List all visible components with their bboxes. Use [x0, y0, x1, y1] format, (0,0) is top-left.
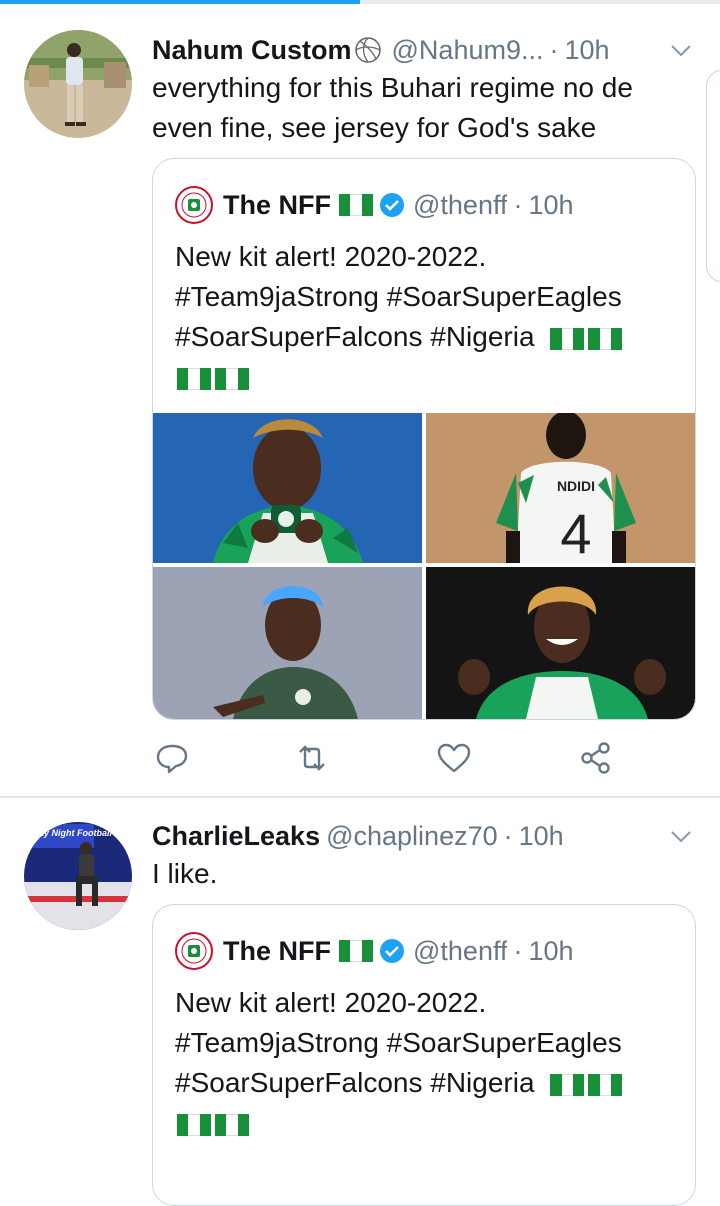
partial-card	[706, 70, 720, 282]
jersey-name: NDIDI	[557, 478, 595, 494]
quoted-tweet[interactable]: The NFF @thenff · 10h New kit alert! 202…	[152, 904, 696, 1206]
avatar-sign-text: nday Night Football	[28, 828, 112, 838]
quoted-tweet-time: 10h	[528, 935, 574, 966]
flag-line	[175, 357, 679, 397]
nigeria-flag-icon	[177, 367, 211, 390]
nigeria-flag-icon	[339, 194, 373, 216]
quoted-tweet-header: The NFF @thenff · 10h	[175, 185, 574, 225]
separator-dot: ·	[549, 34, 559, 65]
nigeria-flag-icon	[550, 1073, 585, 1096]
tweet-actions	[152, 738, 622, 782]
avatar[interactable]: nday Night Football	[24, 822, 132, 930]
quoted-tweet[interactable]: The NFF @thenff · 10h New kit alert! 202…	[152, 158, 696, 720]
nigeria-flag-icon	[215, 1113, 249, 1136]
author-handle[interactable]: @Nahum9...	[392, 35, 544, 66]
quoted-text-line: #Team9jaStrong #SoarSuperEagles	[175, 281, 622, 312]
volleyball-icon	[354, 37, 381, 63]
nff-logo-icon	[175, 932, 213, 970]
tweet-text: everything for this Buhari regime no de …	[152, 72, 633, 143]
quoted-text-line: #Team9jaStrong #SoarSuperEagles	[175, 1027, 622, 1058]
quoted-text-line: New kit alert! 2020-2022.	[175, 241, 487, 272]
quoted-author-name[interactable]: The NFF	[223, 936, 331, 967]
tweet[interactable]: Nahum Custom @Nahum9... · 10h everything…	[0, 4, 720, 796]
media-grid: NDIDI 4	[153, 413, 695, 719]
tweet-time[interactable]: 10h	[519, 821, 564, 852]
nff-logo-icon	[175, 186, 213, 224]
tweet[interactable]: nday Night Football CharlieLeaks @chapli…	[0, 798, 720, 1206]
retweet-icon[interactable]	[292, 738, 332, 778]
author-handle[interactable]: @chaplinez70	[326, 821, 498, 852]
player-kissing-badge-photo[interactable]	[153, 413, 422, 563]
like-icon[interactable]	[434, 738, 474, 778]
quoted-author-handle[interactable]: @thenff	[413, 190, 507, 221]
tweet-time[interactable]: 10h	[564, 35, 609, 66]
separator-dot: ·	[513, 189, 523, 220]
quoted-tweet-time: 10h	[528, 189, 574, 220]
verified-badge-icon	[380, 939, 404, 963]
nigeria-flag-icon	[588, 327, 623, 350]
avatar[interactable]	[24, 30, 132, 138]
quoted-tweet-text: New kit alert! 2020-2022. #Team9jaStrong…	[175, 237, 679, 397]
verified-badge-icon	[380, 193, 404, 217]
chevron-down-icon[interactable]	[668, 37, 694, 63]
separator-dot: ·	[503, 820, 513, 851]
quoted-text-line: #SoarSuperFalcons #Nigeria	[175, 1063, 679, 1103]
flag-line	[175, 1103, 679, 1143]
quoted-tweet-header: The NFF @thenff · 10h	[175, 931, 574, 971]
player-back-jersey-photo[interactable]: NDIDI 4	[426, 413, 695, 563]
chevron-down-icon[interactable]	[668, 823, 694, 849]
nigeria-flag-icon	[177, 1113, 211, 1136]
quoted-text-line: #SoarSuperFalcons #Nigeria	[175, 317, 679, 357]
tweet-header: CharlieLeaks @chaplinez70 · 10h	[152, 816, 694, 856]
tweet-text: I like.	[152, 858, 218, 889]
nigeria-flag-icon	[550, 327, 585, 350]
author-name[interactable]: CharlieLeaks	[152, 821, 320, 852]
share-icon[interactable]	[576, 738, 616, 778]
player-smiling-fists-photo[interactable]	[426, 567, 695, 719]
author-name[interactable]: Nahum Custom	[152, 35, 352, 66]
player-blue-hair-photo[interactable]	[153, 567, 422, 719]
quoted-author-name[interactable]: The NFF	[223, 190, 331, 221]
reply-icon[interactable]	[152, 738, 192, 778]
nigeria-flag-icon	[215, 367, 249, 390]
quoted-text-line: New kit alert! 2020-2022.	[175, 987, 487, 1018]
quoted-author-handle[interactable]: @thenff	[413, 936, 507, 967]
nigeria-flag-icon	[339, 940, 373, 962]
nigeria-flag-icon	[588, 1073, 623, 1096]
separator-dot: ·	[513, 935, 523, 966]
quoted-tweet-text: New kit alert! 2020-2022. #Team9jaStrong…	[175, 983, 679, 1143]
tweet-header: Nahum Custom @Nahum9... · 10h	[152, 30, 694, 70]
jersey-number: 4	[560, 502, 591, 563]
